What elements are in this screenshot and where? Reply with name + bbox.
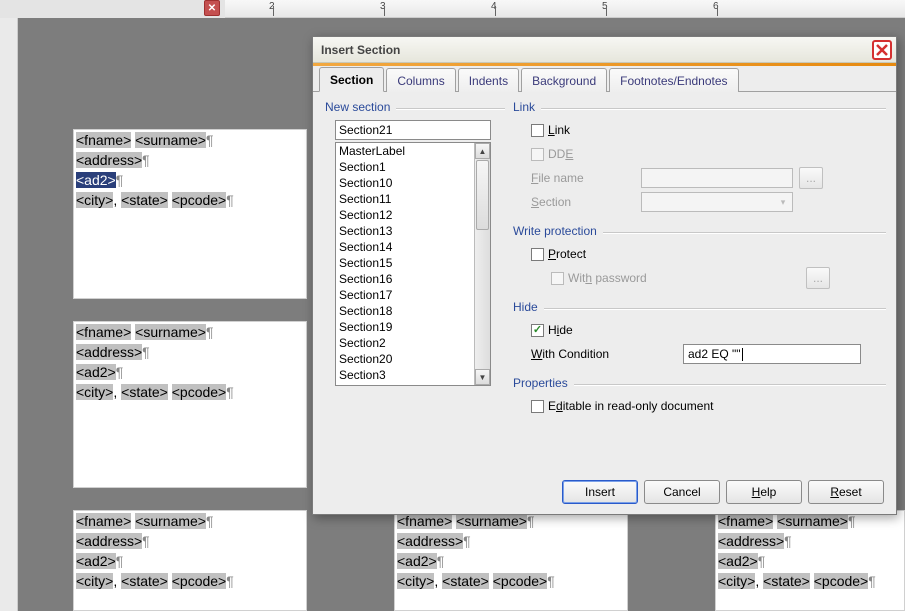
wprotect-group-label: Write protection — [513, 224, 597, 238]
tab-background[interactable]: Background — [521, 68, 607, 92]
dialog-title-text: Insert Section — [321, 43, 400, 57]
filename-label: File name — [531, 171, 641, 185]
list-item[interactable]: Section17 — [336, 287, 474, 303]
list-item[interactable]: MasterLabel — [336, 143, 474, 159]
insert-button[interactable]: Insert — [562, 480, 638, 504]
list-item[interactable]: Section13 — [336, 223, 474, 239]
section-list[interactable]: MasterLabel Section1 Section10 Section11… — [336, 143, 474, 385]
tab-columns[interactable]: Columns — [386, 68, 455, 92]
scrollbar[interactable]: ▲ ▼ — [474, 143, 490, 385]
hide-checkbox[interactable] — [531, 324, 544, 337]
label-cell-4: <fname> <surname>¶ <address>¶ <ad2>¶ <ci… — [394, 510, 628, 611]
list-item[interactable]: Section12 — [336, 207, 474, 223]
list-item[interactable]: Section16 — [336, 271, 474, 287]
properties-group-label: Properties — [513, 376, 568, 390]
scroll-down-icon[interactable]: ▼ — [475, 369, 490, 385]
tab-footnotes[interactable]: Footnotes/Endnotes — [609, 68, 738, 92]
list-item[interactable]: Section18 — [336, 303, 474, 319]
scroll-thumb[interactable] — [476, 160, 489, 230]
link-section-label: Section — [531, 195, 641, 209]
link-label: Link — [548, 123, 570, 137]
section-name-input[interactable] — [335, 120, 491, 140]
withpw-checkbox — [551, 272, 564, 285]
cancel-button[interactable]: Cancel — [644, 480, 720, 504]
vertical-ruler — [0, 18, 18, 611]
section-select: ▾ — [641, 192, 793, 212]
tab-content: New section MasterLabel Section1 Section… — [313, 92, 896, 480]
reset-button[interactable]: Reset — [808, 480, 884, 504]
label-cell-2: <fname> <surname>¶ <address>¶ <ad2>¶ <ci… — [73, 321, 307, 488]
list-item[interactable]: Section11 — [336, 191, 474, 207]
list-item[interactable]: Section2 — [336, 335, 474, 351]
dialog-titlebar[interactable]: Insert Section — [313, 37, 896, 63]
label-cell-5: <fname> <surname>¶ <address>¶ <ad2>¶ <ci… — [715, 510, 905, 611]
editable-label: Editable in read-only document — [548, 399, 713, 413]
insert-section-dialog: Insert Section Section Columns Indents B… — [312, 36, 897, 515]
list-item[interactable]: Section19 — [336, 319, 474, 335]
protect-label: Protect — [548, 247, 586, 261]
hide-group-label: Hide — [513, 300, 538, 314]
filename-input — [641, 168, 793, 188]
tab-section[interactable]: Section — [319, 67, 384, 92]
panel-close-icon[interactable]: ✕ — [204, 0, 220, 16]
chevron-down-icon: ▾ — [776, 195, 790, 209]
list-item[interactable]: Section15 — [336, 255, 474, 271]
hide-label: Hide — [548, 323, 573, 337]
dde-label: DDE — [548, 147, 573, 161]
help-button[interactable]: Help — [726, 480, 802, 504]
dialog-close-button[interactable] — [872, 40, 892, 60]
label-cell-3: <fname> <surname>¶ <address>¶ <ad2>¶ <ci… — [73, 510, 307, 611]
link-group-label: Link — [513, 100, 535, 114]
dialog-tabs: Section Columns Indents Background Footn… — [313, 66, 896, 92]
list-item[interactable]: Section20 — [336, 351, 474, 367]
new-section-label: New section — [325, 100, 390, 114]
scroll-up-icon[interactable]: ▲ — [475, 143, 490, 159]
list-item[interactable]: Section14 — [336, 239, 474, 255]
set-password-button: ... — [806, 267, 830, 289]
horizontal-ruler: 2 3 4 5 6 — [225, 0, 905, 18]
condition-input[interactable]: ad2 EQ "" — [683, 344, 861, 364]
withpw-label: With password — [568, 271, 800, 285]
protect-checkbox[interactable] — [531, 248, 544, 261]
list-item[interactable]: Section1 — [336, 159, 474, 175]
label-cell-1: <fname> <surname>¶ <address>¶ <ad2>¶ <ci… — [73, 129, 307, 299]
tab-indents[interactable]: Indents — [458, 68, 519, 92]
link-checkbox[interactable] — [531, 124, 544, 137]
condition-label: With Condition — [531, 347, 683, 361]
list-item[interactable]: Section10 — [336, 175, 474, 191]
list-item[interactable]: Section3 — [336, 367, 474, 383]
editable-checkbox[interactable] — [531, 400, 544, 413]
dde-checkbox — [531, 148, 544, 161]
browse-file-button: ... — [799, 167, 823, 189]
close-icon — [875, 43, 889, 57]
